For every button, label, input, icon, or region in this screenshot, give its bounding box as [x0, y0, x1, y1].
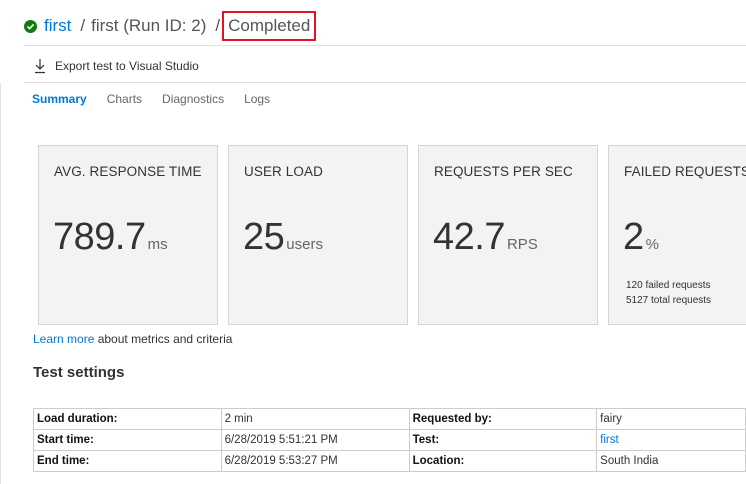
export-label: Export test to Visual Studio	[55, 59, 199, 73]
total-count: 5127 total requests	[626, 295, 712, 306]
divider	[24, 82, 746, 83]
metric-value: 42.7 RPS	[433, 216, 538, 259]
setting-value: 6/28/2019 5:53:27 PM	[220, 450, 410, 472]
setting-value: fairy	[596, 408, 746, 430]
run-label: first (Run ID: 2)	[91, 16, 207, 35]
setting-label: Requested by:	[408, 408, 598, 430]
download-icon	[33, 58, 47, 74]
tab-diagnostics[interactable]: Diagnostics	[162, 92, 224, 106]
metric-title: AVG. RESPONSE TIME	[54, 164, 202, 179]
table-row: Load duration: 2 min Requested by: fairy	[33, 408, 746, 430]
section-title: Test settings	[33, 364, 125, 381]
metric-card-user-load: USER LOAD 25 users	[228, 145, 408, 325]
metric-card-response-time: AVG. RESPONSE TIME 789.7 ms	[38, 145, 218, 325]
metric-card-rps: REQUESTS PER SEC 42.7 RPS	[418, 145, 598, 325]
metric-value: 789.7 ms	[53, 216, 168, 259]
learn-more-link[interactable]: Learn more	[33, 332, 94, 346]
metric-unit: users	[286, 236, 323, 253]
test-name-link[interactable]: first	[44, 16, 71, 36]
setting-value: South India	[596, 450, 746, 472]
metric-card-failed-requests: FAILED REQUESTS 2% 120 failed requests 5…	[608, 145, 746, 325]
setting-value: 2 min	[220, 408, 410, 430]
setting-label: Load duration:	[33, 408, 222, 430]
divider	[24, 45, 746, 46]
setting-value: 6/28/2019 5:51:21 PM	[220, 429, 410, 451]
metric-number: 789.7	[53, 216, 146, 258]
metric-value: 2%	[623, 216, 659, 259]
failed-count: 120 failed requests	[626, 280, 711, 291]
setting-label: Test:	[408, 429, 598, 451]
metric-unit: ms	[147, 236, 168, 253]
metric-unit: RPS	[506, 236, 538, 253]
breadcrumb: first / first (Run ID: 2) / Completed	[24, 11, 317, 41]
table-row: End time: 6/28/2019 5:53:27 PM Location:…	[33, 450, 746, 472]
export-button[interactable]: Export test to Visual Studio	[33, 56, 199, 76]
tab-logs[interactable]: Logs	[244, 92, 270, 106]
learn-more-text: Learn more about metrics and criteria	[33, 332, 232, 346]
tab-summary[interactable]: Summary	[32, 92, 87, 106]
tab-charts[interactable]: Charts	[107, 92, 142, 106]
metric-number: 42.7	[433, 216, 505, 258]
test-settings-table: Load duration: 2 min Requested by: fairy…	[33, 408, 746, 472]
breadcrumb-separator: /	[80, 16, 86, 35]
breadcrumb-separator: /	[215, 16, 221, 35]
learn-more-rest: about metrics and criteria	[94, 332, 233, 346]
metric-title: FAILED REQUESTS	[624, 164, 746, 179]
setting-label: Start time:	[33, 429, 222, 451]
tab-bar: Summary Charts Diagnostics Logs	[32, 92, 290, 106]
metric-number: 25	[243, 216, 285, 258]
metric-value: 25 users	[243, 216, 323, 259]
test-link[interactable]: first	[596, 429, 746, 451]
table-row: Start time: 6/28/2019 5:51:21 PM Test: f…	[33, 429, 746, 451]
metric-title: USER LOAD	[244, 164, 323, 179]
panel-border	[0, 83, 1, 484]
setting-label: End time:	[33, 450, 222, 472]
setting-label: Location:	[408, 450, 598, 472]
metric-unit: %	[645, 236, 659, 253]
run-status: Completed	[222, 11, 317, 41]
check-circle-icon	[24, 19, 37, 33]
metric-number: 2	[623, 216, 644, 258]
metric-title: REQUESTS PER SEC	[434, 164, 573, 179]
